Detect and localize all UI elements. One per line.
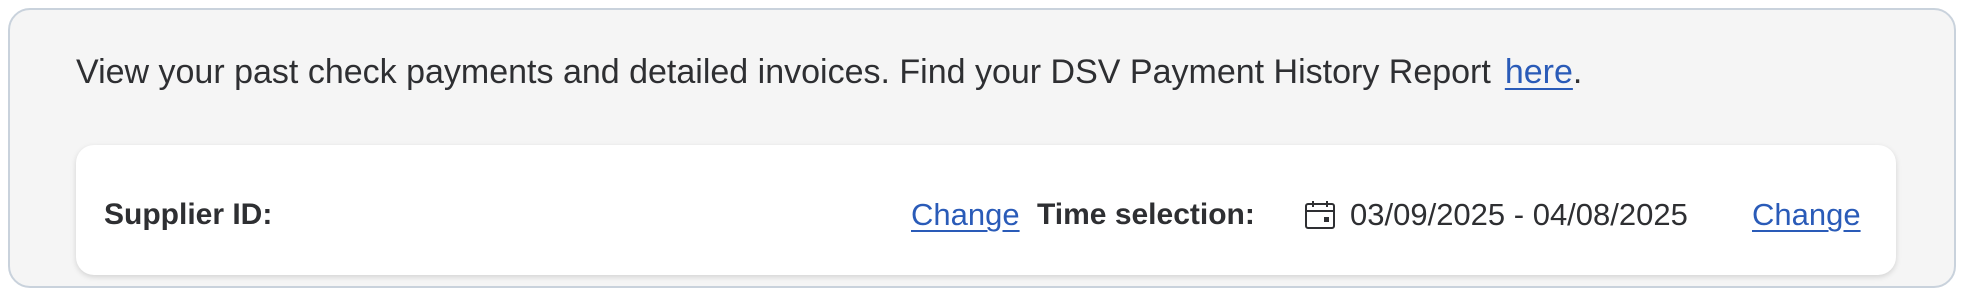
date-range-value: 03/09/2025 - 04/08/2025	[1350, 197, 1688, 232]
intro-description: View your past check payments and detail…	[76, 53, 1491, 91]
time-selection-label: Time selection:	[1037, 198, 1255, 231]
supplier-id-label: Supplier ID:	[104, 198, 273, 231]
payment-history-panel: View your past check payments and detail…	[8, 8, 1956, 288]
report-here-link[interactable]: here	[1505, 53, 1573, 91]
supplier-change-link[interactable]: Change	[911, 195, 1020, 235]
intro-period: .	[1572, 53, 1583, 91]
calendar-icon	[1304, 199, 1336, 231]
time-change-link[interactable]: Change	[1752, 195, 1861, 235]
filter-card: Supplier ID: Change Time selection: 03/0…	[76, 145, 1896, 275]
intro-text: View your past check payments and detail…	[76, 48, 1582, 96]
